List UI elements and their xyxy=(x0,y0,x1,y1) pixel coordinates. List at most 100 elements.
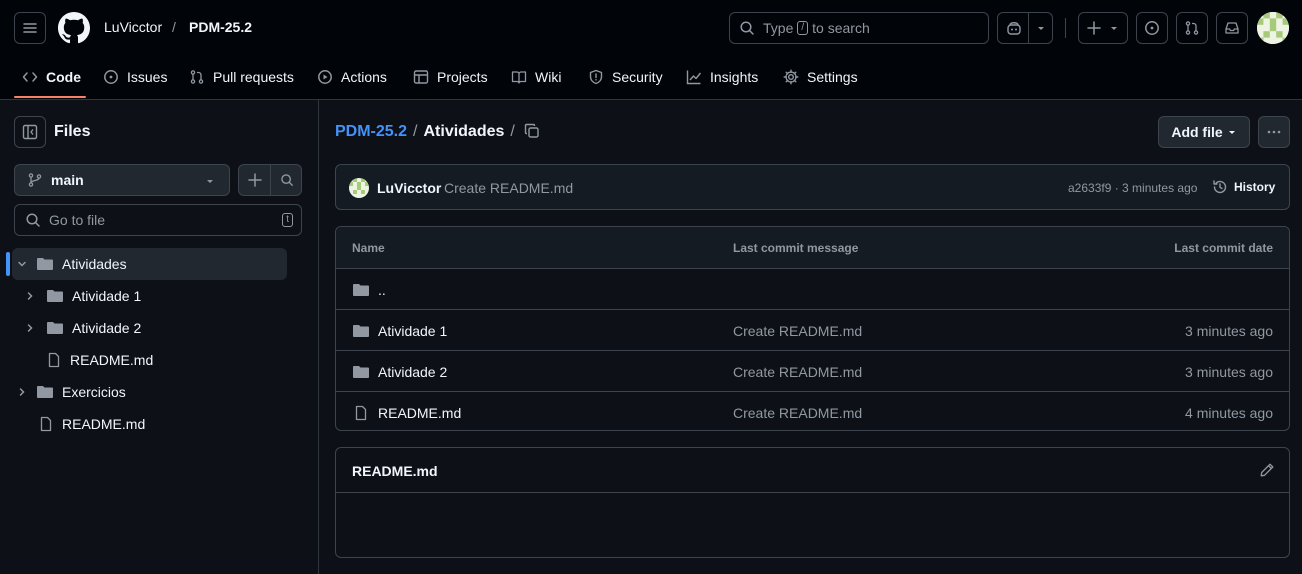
history-label: History xyxy=(1234,180,1276,194)
row-name-cell: Atividade 2 xyxy=(352,351,447,392)
row-name-cell: README.md xyxy=(353,392,461,430)
folder-icon xyxy=(353,324,369,337)
author-avatar[interactable] xyxy=(349,178,369,198)
row-name-cell: Atividade 1 xyxy=(352,310,447,351)
commit-message[interactable]: Create README.md xyxy=(444,180,573,196)
search-input[interactable]: Type / to search xyxy=(729,12,989,44)
tab-pull-requests[interactable]: Pull requests xyxy=(189,56,294,98)
readme-title[interactable]: README.md xyxy=(352,463,438,479)
pull-request-icon xyxy=(1185,21,1199,35)
hamburger-icon xyxy=(23,23,37,33)
tree-folder-atividades[interactable]: Atividades xyxy=(12,248,287,280)
create-new-button[interactable] xyxy=(1078,12,1128,44)
tab-wiki[interactable]: Wiki xyxy=(511,56,561,98)
tree-folder-atividade-1[interactable]: Atividade 1 xyxy=(20,280,287,312)
go-to-file-shortcut: t xyxy=(282,213,293,227)
row-commit-message[interactable]: Create README.md xyxy=(733,310,862,351)
sidebar-collapse-icon xyxy=(22,124,38,140)
issue-icon xyxy=(1145,21,1159,35)
chevron-down-icon xyxy=(1228,131,1235,134)
branch-icon xyxy=(28,173,42,187)
row-name[interactable]: Atividade 2 xyxy=(378,364,447,380)
row-name[interactable]: .. xyxy=(378,282,386,298)
folder-icon xyxy=(37,386,53,398)
github-logo[interactable] xyxy=(58,12,90,44)
repo-header: LuVicctor / PDM-25.2 Type / to search Co… xyxy=(0,0,1302,100)
tab-insights[interactable]: Insights xyxy=(686,56,758,98)
menu-button[interactable] xyxy=(14,12,46,44)
pull-requests-button[interactable] xyxy=(1176,12,1208,44)
avatar[interactable] xyxy=(1257,12,1289,44)
tree-item-label: Atividade 2 xyxy=(72,320,142,336)
search-icon xyxy=(740,21,754,35)
go-to-file-placeholder: Go to file xyxy=(49,212,106,228)
row-name[interactable]: Atividade 1 xyxy=(378,323,447,339)
copy-path-button[interactable] xyxy=(524,123,544,143)
tab-security[interactable]: Security xyxy=(588,56,663,98)
branch-selector[interactable]: main xyxy=(14,164,230,196)
graph-icon xyxy=(686,70,702,85)
column-header-date: Last commit date xyxy=(1174,240,1273,255)
row-commit-message[interactable]: Create README.md xyxy=(733,351,862,392)
file-icon xyxy=(355,405,367,420)
row-commit-date: 4 minutes ago xyxy=(1185,404,1273,421)
table-header: Name Last commit message Last commit dat… xyxy=(336,227,1289,268)
file-icon xyxy=(40,416,52,432)
table-row[interactable]: README.md Create README.md 4 minutes ago xyxy=(336,391,1289,430)
row-commit-message[interactable]: Create README.md xyxy=(733,392,862,430)
table-row[interactable]: .. xyxy=(336,268,1289,309)
commit-author[interactable]: LuVicctor xyxy=(377,180,441,196)
row-name[interactable]: README.md xyxy=(378,405,461,421)
repo-link[interactable]: PDM-25.2 xyxy=(189,19,252,35)
chevron-right-icon xyxy=(27,324,33,332)
play-icon xyxy=(318,70,332,84)
chevron-down-icon xyxy=(18,261,26,267)
table-icon xyxy=(413,70,429,84)
readme-box: README.md xyxy=(335,447,1290,558)
tree-file-readme[interactable]: README.md xyxy=(12,408,287,440)
tree-folder-exercicios[interactable]: Exercicios xyxy=(12,376,287,408)
collapse-sidebar-button[interactable] xyxy=(14,116,46,148)
search-icon xyxy=(26,213,40,227)
breadcrumb-repo-link[interactable]: PDM-25.2 xyxy=(335,123,407,141)
row-commit-date: 3 minutes ago xyxy=(1185,363,1273,380)
add-file-icon-button[interactable] xyxy=(238,164,302,196)
owner-link[interactable]: LuVicctor xyxy=(104,19,162,35)
tree-folder-atividade-2[interactable]: Atividade 2 xyxy=(20,312,287,344)
identicon-icon xyxy=(349,178,369,198)
sidebar-title: Files xyxy=(54,123,91,140)
history-button[interactable]: History xyxy=(1212,179,1275,195)
table-row[interactable]: Atividade 1 Create README.md 3 minutes a… xyxy=(336,309,1289,350)
go-to-file-input[interactable]: Go to file t xyxy=(14,204,302,236)
add-file-label: Add file xyxy=(1171,124,1223,140)
tab-issues[interactable]: Issues xyxy=(103,56,167,98)
kebab-horizontal-icon xyxy=(1267,130,1281,134)
column-header-message: Last commit message xyxy=(733,240,859,255)
table-row[interactable]: Atividade 2 Create README.md 3 minutes a… xyxy=(336,350,1289,391)
tab-projects[interactable]: Projects xyxy=(413,56,488,98)
copilot-icon xyxy=(1007,22,1021,35)
main-content: PDM-25.2 / Atividades / Add file LuVicct… xyxy=(319,100,1302,574)
breadcrumb-separator: / xyxy=(510,123,515,140)
add-file-button[interactable]: Add file xyxy=(1158,116,1250,148)
tree-file-readme-nested[interactable]: README.md xyxy=(20,344,287,376)
tab-settings[interactable]: Settings xyxy=(783,56,858,98)
row-name-cell: .. xyxy=(352,269,386,310)
folder-open-icon xyxy=(37,258,53,270)
tab-label: Insights xyxy=(710,69,759,85)
header-divider xyxy=(1065,18,1066,38)
tab-code[interactable]: Code xyxy=(22,56,81,98)
inbox-button[interactable] xyxy=(1216,12,1248,44)
more-options-button[interactable] xyxy=(1258,116,1290,148)
issues-button[interactable] xyxy=(1136,12,1168,44)
chevron-right-icon xyxy=(19,388,25,396)
copilot-button[interactable] xyxy=(997,12,1053,44)
tab-actions[interactable]: Actions xyxy=(317,56,387,98)
search-shortcut-key: / xyxy=(797,21,809,35)
branch-name: main xyxy=(51,172,84,188)
tree-selected-indicator xyxy=(6,252,10,276)
edit-readme-button[interactable] xyxy=(1259,462,1275,478)
file-tree-sidebar: Files main Go to file t Atividades Ativi… xyxy=(0,100,319,574)
commit-meta[interactable]: a2633f9 · 3 minutes ago xyxy=(1068,181,1197,195)
tab-label: Projects xyxy=(437,69,488,85)
